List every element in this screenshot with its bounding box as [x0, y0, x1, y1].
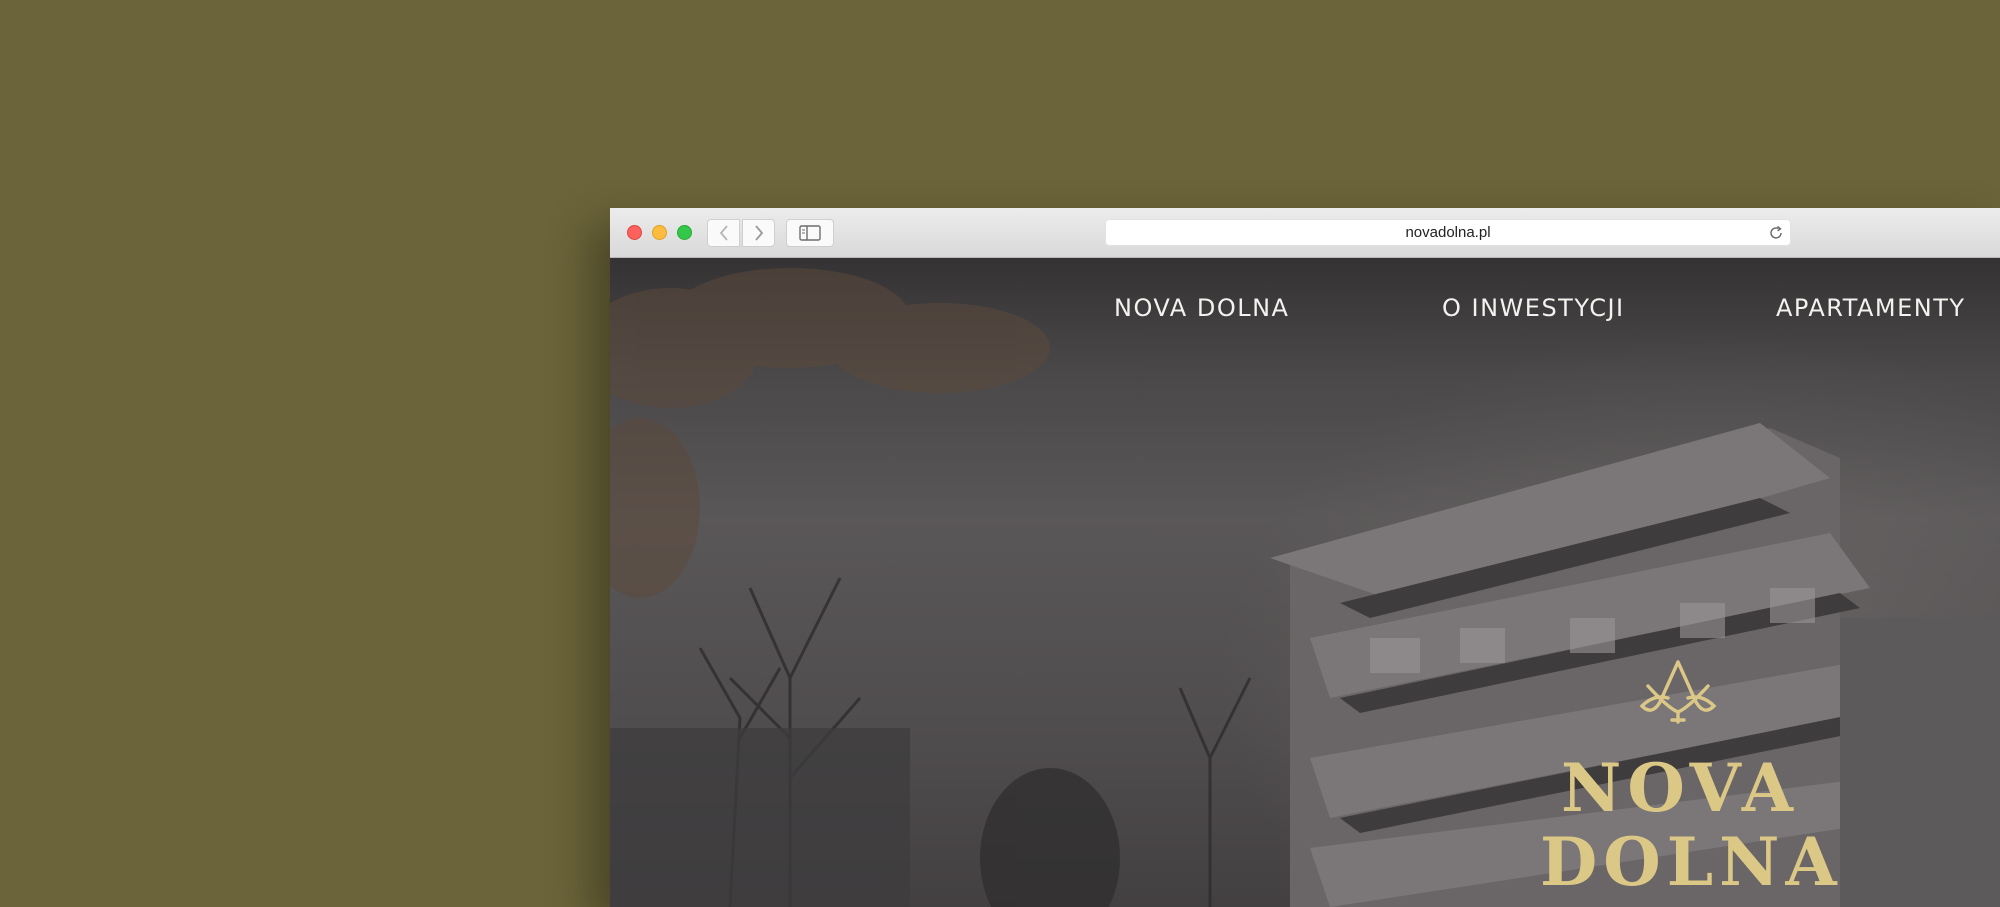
- nav-link-o-inwestycji[interactable]: O INWESTYCJI: [1442, 294, 1625, 322]
- brand-wordmark: NOVA DOLNA: [1540, 749, 1843, 901]
- chevron-right-icon: [754, 225, 763, 241]
- brand-line-1: NOVA: [1561, 749, 1799, 827]
- minimize-window-button[interactable]: [652, 225, 667, 240]
- browser-toolbar: novadolna.pl: [610, 208, 2000, 258]
- chevron-left-icon: [719, 225, 728, 241]
- forward-button[interactable]: [742, 219, 775, 247]
- crown-leaf-logo-icon: [1639, 660, 1717, 724]
- browser-window: novadolna.pl NOVA DOLNA O INWESTYCJI APA…: [610, 208, 2000, 907]
- close-window-button[interactable]: [627, 225, 642, 240]
- nav-link-nova-dolna[interactable]: NOVA DOLNA: [1114, 294, 1289, 322]
- address-url: novadolna.pl: [1405, 224, 1491, 241]
- sidebar-icon: [799, 225, 821, 241]
- address-bar[interactable]: novadolna.pl: [1105, 219, 1791, 246]
- back-button[interactable]: [707, 219, 740, 247]
- maximize-window-button[interactable]: [677, 225, 692, 240]
- nav-link-apartamenty[interactable]: APARTAMENTY: [1776, 294, 1966, 322]
- reload-icon[interactable]: [1768, 225, 1784, 241]
- hero-section: NOVA DOLNA O INWESTYCJI APARTAMENTY NOVA…: [610, 258, 2000, 907]
- brand-line-2: DOLNA: [1540, 823, 1843, 901]
- main-navigation: NOVA DOLNA O INWESTYCJI APARTAMENTY: [610, 294, 2000, 334]
- sidebar-toggle-button[interactable]: [786, 219, 834, 247]
